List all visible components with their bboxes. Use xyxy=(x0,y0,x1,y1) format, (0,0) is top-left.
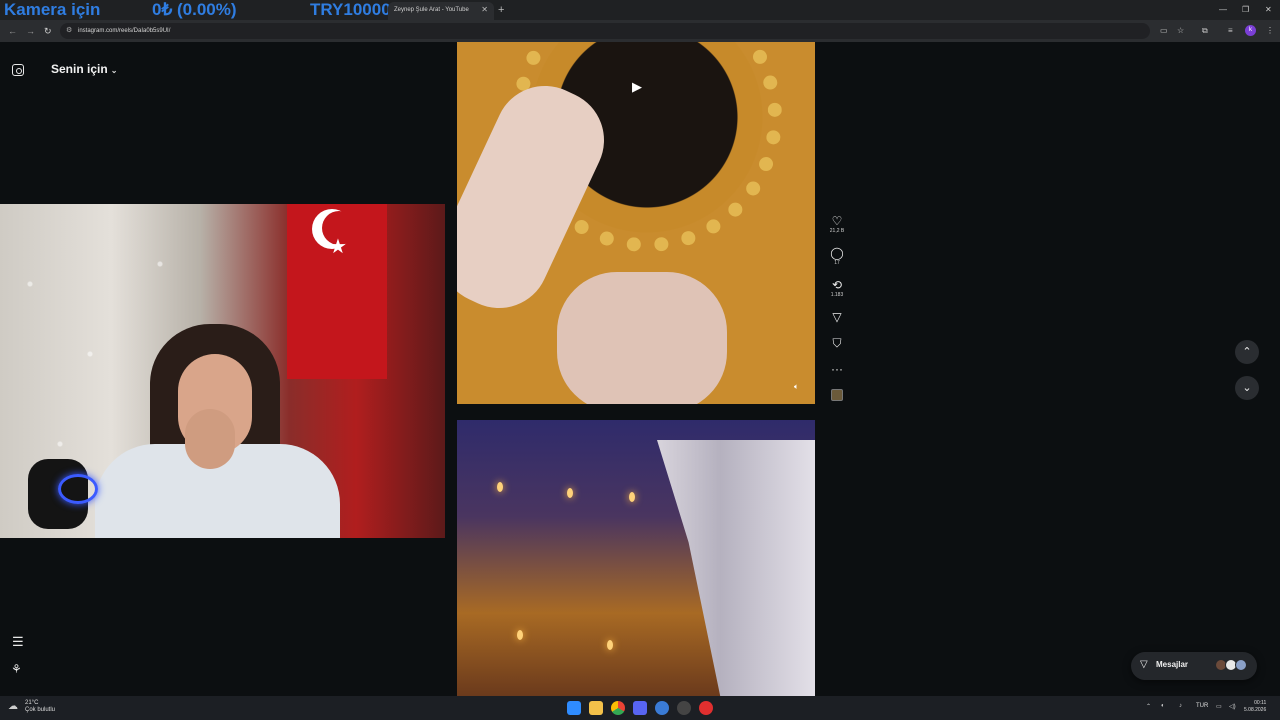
previous-reel-button[interactable]: ⌃ xyxy=(1235,340,1259,364)
site-info-icon[interactable]: ⚙ xyxy=(66,23,72,39)
avatar xyxy=(1235,659,1247,671)
comment-button[interactable]: ◯ 17 xyxy=(826,246,848,267)
language-indicator[interactable]: TUR xyxy=(1196,703,1208,709)
profile-avatar[interactable]: k xyxy=(1245,25,1256,36)
light-bulb xyxy=(607,640,613,650)
more-button[interactable]: ··· xyxy=(826,362,848,376)
browser-tab-bar: Kamera için 0₺ (0.00%) TRY10000 Zeynep Ş… xyxy=(0,0,1280,20)
reel-video-guitar[interactable]: ▶ 🔈︎ xyxy=(457,42,815,404)
message-icon: ▽ xyxy=(1140,659,1148,670)
chevron-down-icon: ⌄ xyxy=(110,66,118,75)
messages-label: Mesajlar xyxy=(1156,660,1189,669)
windows-taskbar: ☁ 21°C Çok bulutlu ⌃ ◐ ♪ TUR ▭ ◁) 00:11 … xyxy=(0,696,1280,720)
time: 00:11 xyxy=(1254,700,1267,706)
microphone-tray-icon[interactable]: ♪ xyxy=(1179,703,1182,709)
streamer-hand xyxy=(185,409,235,469)
url-text: instagram.com/reels/DaIa0b5s9UI/ xyxy=(78,28,171,34)
light-bulb xyxy=(629,492,635,502)
tab-title: Zeynep Şule Arat - YouTube xyxy=(394,7,469,13)
file-explorer-icon[interactable] xyxy=(589,701,603,715)
settings-icon[interactable] xyxy=(677,701,691,715)
bookmark-icon: ⛉ xyxy=(832,336,842,350)
browser-icon[interactable] xyxy=(655,701,669,715)
address-bar[interactable]: ⚙ instagram.com/reels/DaIa0b5s9UI/ xyxy=(60,23,1150,39)
next-reel-button[interactable]: ⌄ xyxy=(1235,376,1259,400)
forward-icon[interactable]: → xyxy=(26,25,35,37)
reload-icon[interactable]: ↻ xyxy=(44,25,52,37)
like-button[interactable]: ♡ 21,2 B xyxy=(826,214,848,235)
instagram-page: Senin için ⌄ ★ ▶ 🔈︎ ♡ 21,2 B ◯ 17 ⟲ 1.18… xyxy=(0,42,1280,696)
discord-icon[interactable] xyxy=(633,701,647,715)
stream-overlay-balance: 0₺ (0.00%) xyxy=(152,0,237,19)
media-icon[interactable]: ≡ xyxy=(1228,26,1233,36)
turkish-flag: ★ xyxy=(287,204,387,379)
more-icon: ··· xyxy=(831,362,843,376)
weather-icon[interactable]: ☁ xyxy=(8,701,18,712)
comment-count: 17 xyxy=(834,260,840,266)
messages-button[interactable]: ▽ Mesajlar xyxy=(1131,652,1257,680)
repost-icon: ⟲ xyxy=(831,278,843,292)
chrome-icon[interactable] xyxy=(611,701,625,715)
tray-app-icon[interactable]: ◐ xyxy=(1161,703,1165,709)
temperature: 21°C xyxy=(25,700,39,706)
send-icon: ▽ xyxy=(832,310,842,324)
hand-palm xyxy=(557,272,727,404)
feed-title: Senin için xyxy=(51,62,108,76)
stream-overlay-camera-label: Kamera için xyxy=(4,0,101,19)
minimize-icon[interactable]: — xyxy=(1219,2,1227,18)
arrow-up-icon: ⌃ xyxy=(1242,346,1252,358)
browser-menu-icon[interactable]: ⋮ xyxy=(1266,26,1274,36)
light-bulb xyxy=(567,488,573,498)
light-bulb xyxy=(497,482,503,492)
screen: Kamera için 0₺ (0.00%) TRY10000 Zeynep Ş… xyxy=(0,0,1280,720)
flag-star: ★ xyxy=(329,236,347,258)
restore-icon[interactable]: ❐ xyxy=(1242,2,1249,18)
close-window-icon[interactable]: ✕ xyxy=(1265,2,1272,18)
feed-selector[interactable]: Senin için ⌄ xyxy=(51,62,117,76)
start-icon[interactable] xyxy=(567,701,581,715)
webcam-overlay: ★ xyxy=(0,204,445,538)
white-curtain xyxy=(657,440,815,696)
save-button[interactable]: ⛉ xyxy=(826,336,848,350)
obs-icon[interactable] xyxy=(699,701,713,715)
tab-close-icon[interactable]: ✕ xyxy=(481,2,488,18)
volume-icon[interactable]: 🔈︎ xyxy=(794,382,799,392)
weather-condition: Çok bulutlu xyxy=(25,707,56,713)
back-icon[interactable]: ← xyxy=(8,25,17,37)
repost-button[interactable]: ⟲ 1.183 xyxy=(826,278,848,299)
threads-icon[interactable]: ⚘ xyxy=(11,662,22,676)
light-bulb xyxy=(517,630,523,640)
volume-tray-icon[interactable]: ◁) xyxy=(1229,703,1236,710)
network-icon[interactable]: ▭ xyxy=(1216,703,1222,710)
stream-overlay-goal: TRY10000 xyxy=(310,0,391,19)
tray-expand-icon[interactable]: ⌃ xyxy=(1146,703,1151,710)
play-icon[interactable]: ▶ xyxy=(632,79,642,95)
clock[interactable]: 00:11 5.08.2026 xyxy=(1244,700,1266,714)
heart-icon: ♡ xyxy=(831,214,843,228)
repost-count: 1.183 xyxy=(830,292,844,298)
weather-widget[interactable]: 21°C Çok bulutlu xyxy=(25,700,55,714)
arrow-down-icon: ⌄ xyxy=(1242,382,1252,394)
share-button[interactable]: ▽ xyxy=(826,310,848,324)
comment-icon: ◯ xyxy=(830,246,844,260)
instagram-icon[interactable] xyxy=(12,64,24,76)
microphone-light xyxy=(58,474,98,504)
browser-tab[interactable]: Zeynep Şule Arat - YouTube ✕ xyxy=(388,2,494,20)
menu-icon[interactable]: ☰ xyxy=(12,634,24,650)
cast-icon[interactable]: ▭ xyxy=(1160,26,1168,36)
audio-thumbnail[interactable] xyxy=(831,389,843,401)
date: 5.08.2026 xyxy=(1244,707,1267,713)
browser-toolbar: ← → ↻ ⚙ instagram.com/reels/DaIa0b5s9UI/… xyxy=(0,20,1280,42)
like-count: 21,2 B xyxy=(829,228,845,234)
new-tab-icon[interactable]: + xyxy=(498,2,504,18)
star-icon[interactable]: ☆ xyxy=(1177,26,1184,36)
extensions-icon[interactable]: ⧉ xyxy=(1202,26,1208,36)
reel-video-night-party[interactable] xyxy=(457,420,815,696)
